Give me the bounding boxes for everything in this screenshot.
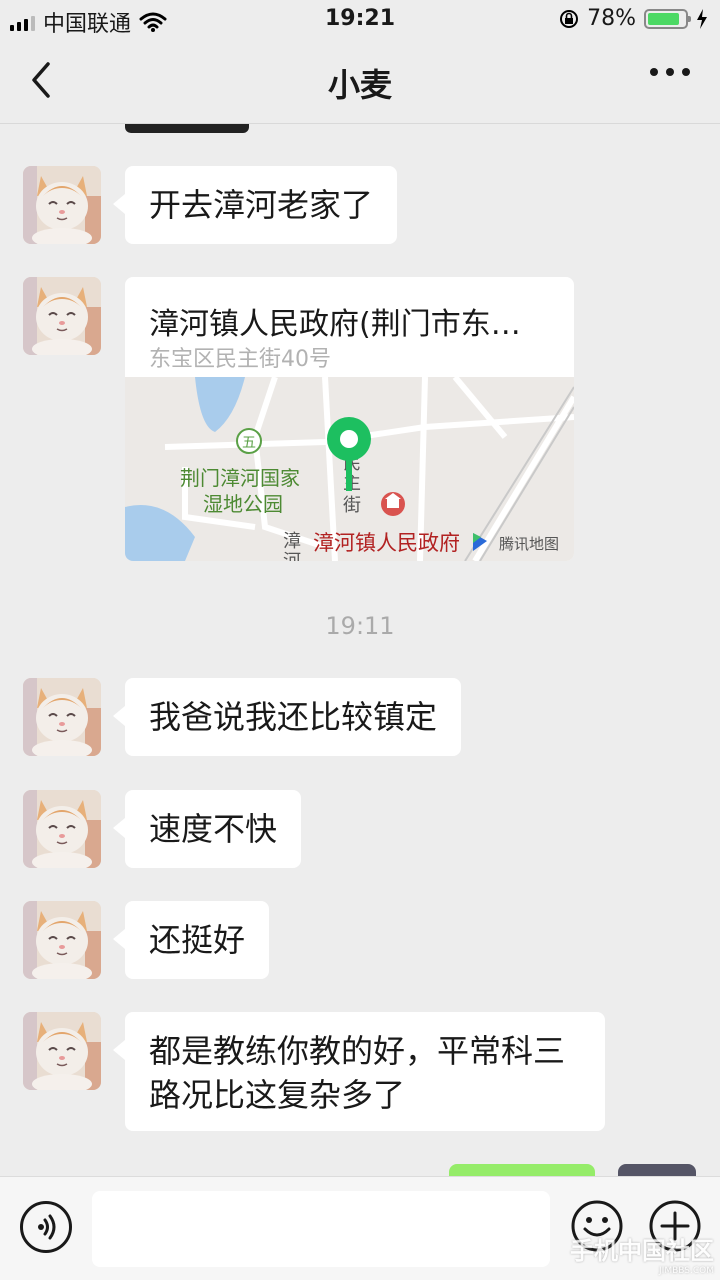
map-park-label: 荆门漳河国家 [180,466,300,490]
voice-icon[interactable] [20,1201,72,1253]
rotation-lock-icon [560,9,579,28]
watermark: 手机中国社区 JIMBBS.COM [570,1237,714,1276]
map-street-label: 漳 [283,531,301,552]
avatar[interactable] [23,277,101,355]
status-bar: 中国联通 19:21 78% [0,0,720,40]
avatar[interactable] [23,678,101,756]
chat-timestamp: 19:11 [325,612,395,640]
svg-text:五: 五 [242,435,256,451]
charging-icon [697,8,707,29]
location-title: 漳河镇人民政府(荆门市东… [149,307,521,342]
message-bubble[interactable]: 都是教练你教的好，平常科三路况比这复杂多了 [113,1012,605,1131]
avatar[interactable] [23,1012,101,1090]
map-street-label: 街 [343,495,361,516]
location-card[interactable]: 漳河镇人民政府(荆门市东… 东宝区民主街40号 五 荆门漳河国家 湿地公园 民 … [125,277,574,561]
message-bubble[interactable]: 我爸说我还比较镇定 [112,678,462,756]
previous-image-fragment [125,124,249,133]
avatar[interactable] [23,790,101,868]
outgoing-message-fragment[interactable] [449,1164,595,1176]
map-provider-label: 腾讯地图 [499,535,559,553]
own-avatar-fragment[interactable] [618,1164,696,1176]
battery-percent: 78% [587,6,636,31]
input-bar: 手机中国社区 JIMBBS.COM [0,1176,720,1280]
chat-header: 小麦 [0,40,720,124]
map-street-label: 河 [283,551,301,561]
map-thumbnail: 五 荆门漳河国家 湿地公园 民 主 街 漳 河 漳河镇人民政府 腾讯地图 [125,377,574,561]
message-bubble[interactable]: 速度不快 [112,790,302,868]
message-input[interactable] [92,1191,550,1267]
more-icon[interactable] [650,68,690,76]
message-bubble[interactable]: 还挺好 [112,901,270,979]
message-bubble[interactable]: 开去漳河老家了 [112,166,398,244]
location-address: 东宝区民主街40号 [149,347,331,372]
chat-title: 小麦 [327,66,392,104]
map-poi-label: 漳河镇人民政府 [313,531,460,555]
avatar[interactable] [23,901,101,979]
avatar[interactable] [23,166,101,244]
battery-icon [644,8,691,29]
map-park-label: 湿地公园 [203,492,283,516]
